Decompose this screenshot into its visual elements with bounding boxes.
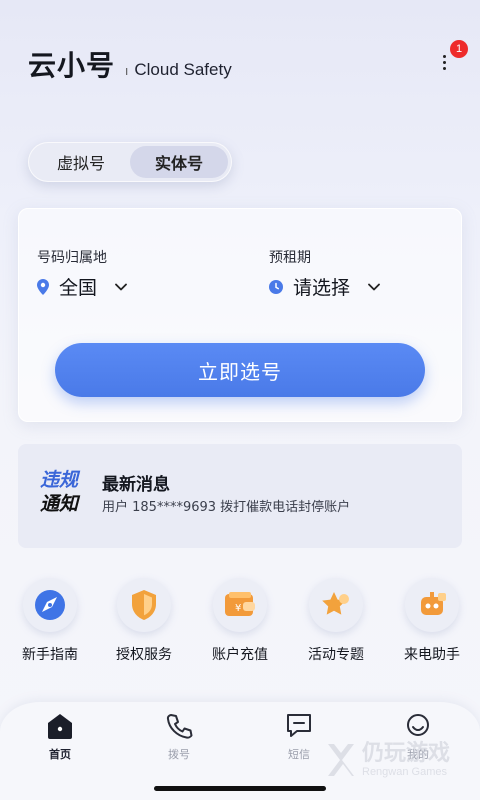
watermark-logo-icon xyxy=(328,744,354,776)
svg-text:¥: ¥ xyxy=(235,603,241,614)
more-dot xyxy=(442,54,446,58)
number-type-segment: 虚拟号 实体号 xyxy=(28,142,232,182)
tab-home[interactable]: 首页 xyxy=(20,712,100,762)
chevron-down-icon xyxy=(115,283,127,290)
service-beginner-guide[interactable]: 新手指南 xyxy=(2,578,98,664)
watermark-en: Rengwan Games xyxy=(362,766,447,778)
notification-badge: 1 xyxy=(450,40,468,58)
number-filter-card: 号码归属地 全国 预租期 请选择 立即选号 xyxy=(18,208,462,422)
violation-notice-tag: 违规 通知 xyxy=(40,468,84,516)
tab-dial[interactable]: 拨号 xyxy=(139,712,219,762)
home-icon xyxy=(48,714,72,739)
service-call-assistant[interactable]: 来电助手 xyxy=(384,578,480,664)
notice-title: 最新消息 xyxy=(102,475,170,495)
compass-icon xyxy=(23,578,77,632)
region-label: 号码归属地 xyxy=(37,250,107,266)
period-label: 预租期 xyxy=(269,250,311,266)
clock-icon xyxy=(269,279,283,294)
watermark: 仍玩游戏 Rengwan Games xyxy=(326,738,476,782)
app-title: 云小号 xyxy=(28,49,116,82)
service-label: 活动专题 xyxy=(308,647,364,663)
region-select[interactable]: 全国 xyxy=(37,273,127,300)
chevron-down-icon xyxy=(368,283,380,290)
region-value: 全国 xyxy=(59,277,98,299)
app-subtitle: Cloud Safety xyxy=(134,60,232,79)
app-header: 云小号 ı Cloud Safety xyxy=(28,44,232,84)
more-dot xyxy=(442,60,446,64)
shield-icon xyxy=(117,578,171,632)
service-label: 授权服务 xyxy=(116,647,172,663)
notice-tag-line2: 通知 xyxy=(40,493,79,515)
service-authorization[interactable]: 授权服务 xyxy=(96,578,192,664)
home-indicator xyxy=(154,786,326,791)
service-label: 新手指南 xyxy=(22,647,78,663)
tab-label: 首页 xyxy=(49,748,71,761)
service-campaign[interactable]: 活动专题 xyxy=(288,578,384,664)
period-select[interactable]: 请选择 xyxy=(269,273,380,300)
notice-tag-line1: 违规 xyxy=(40,469,79,491)
notice-banner[interactable]: 违规 通知 最新消息 用户 185****9693 拨打催款电话封停账户 xyxy=(18,444,462,548)
title-separator: ı xyxy=(125,64,129,78)
service-label: 账户充值 xyxy=(212,647,268,663)
service-label: 来电助手 xyxy=(404,647,460,663)
select-number-button[interactable]: 立即选号 xyxy=(55,343,425,397)
wallet-icon: ¥ xyxy=(213,578,267,632)
period-value: 请选择 xyxy=(293,277,351,299)
notice-text: 用户 185****9693 拨打催款电话封停账户 xyxy=(102,500,351,515)
phone-icon xyxy=(166,714,193,739)
service-grid: 新手指南 授权服务 ¥ 账户充值 活动专题 来电助手 xyxy=(0,578,480,668)
watermark-cn: 仍玩游戏 xyxy=(362,741,451,766)
robot-icon xyxy=(405,578,459,632)
tab-virtual-number[interactable]: 虚拟号 xyxy=(32,146,130,178)
tab-physical-number[interactable]: 实体号 xyxy=(130,146,228,178)
message-icon xyxy=(287,714,311,737)
user-icon xyxy=(407,714,429,736)
location-pin-icon xyxy=(37,278,49,295)
more-dot xyxy=(442,66,446,70)
tab-label: 短信 xyxy=(288,748,310,761)
service-recharge[interactable]: ¥ 账户充值 xyxy=(192,578,288,664)
star-icon xyxy=(309,578,363,632)
tab-label: 拨号 xyxy=(168,748,190,761)
